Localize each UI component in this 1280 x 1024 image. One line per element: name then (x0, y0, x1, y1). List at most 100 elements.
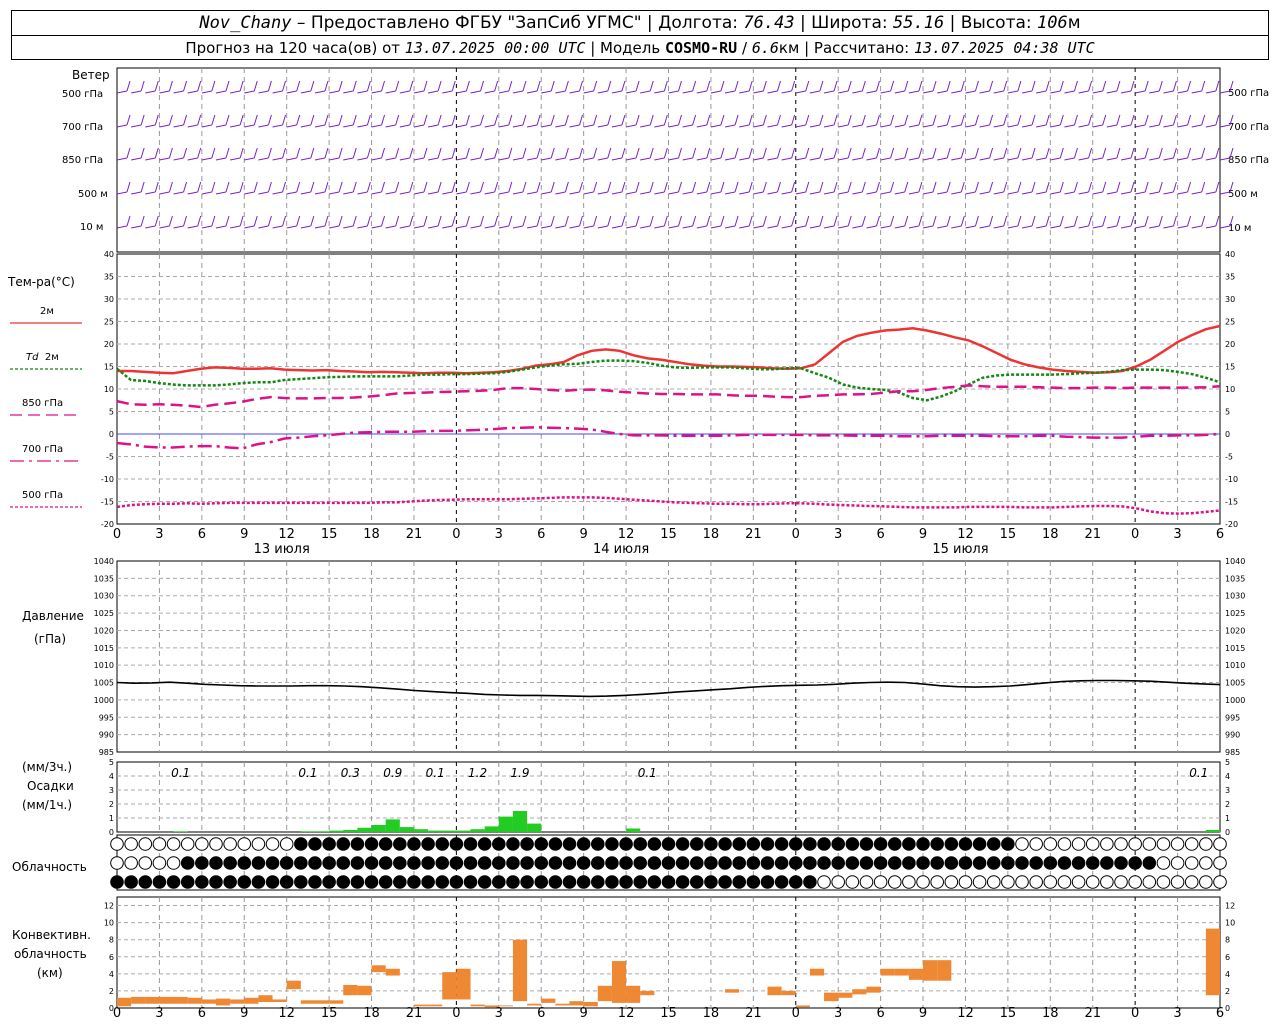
precip-3h-label: 0.1 (426, 766, 445, 780)
wind-barb (244, 124, 255, 128)
wind-barb (230, 124, 241, 128)
wind-barb (724, 157, 736, 161)
x-tick-temp: 6 (198, 527, 206, 542)
wind-barb (668, 90, 679, 94)
cloud-symbol (859, 856, 874, 870)
wind-barb-flag (1045, 114, 1050, 126)
wind-barb (428, 124, 439, 128)
wind-barb (753, 90, 764, 94)
pres-ytick-right: 1005 (1225, 679, 1245, 688)
wind-barb-flag (1144, 181, 1149, 193)
wind-barb (583, 124, 594, 128)
cloud-symbol (1199, 856, 1213, 870)
cloud-symbol (647, 856, 662, 870)
wind-barb-flag (1031, 114, 1036, 126)
wind-barb (428, 90, 439, 94)
pres-ytick-left: 1015 (94, 644, 114, 653)
wind-barb-flag (635, 80, 640, 92)
wind-barb-flag (239, 215, 244, 227)
wind-barb-flag (352, 215, 357, 227)
wind-barb (611, 157, 623, 161)
pres-ytick-left: 1030 (94, 592, 114, 601)
wind-barb-flag (805, 80, 810, 92)
wind-barb-flag (282, 181, 287, 193)
wind-barb-flag (875, 114, 880, 126)
cloud-symbol (831, 856, 845, 870)
conv-bar (852, 989, 867, 995)
wind-barb (965, 157, 976, 161)
pres-ytick-left: 1010 (94, 661, 114, 670)
wind-barb (866, 225, 877, 229)
cloud-symbol (1071, 837, 1086, 851)
wind-barb-flag (140, 181, 145, 193)
wind-barb-flag (154, 80, 159, 92)
x-tick-temp: 15 (660, 527, 677, 542)
conv-bar (1205, 928, 1220, 996)
wind-barb (131, 124, 142, 128)
wind-barb (767, 90, 778, 94)
precip-bar (385, 819, 400, 832)
wind-barb (512, 90, 524, 94)
precip-bar (413, 829, 429, 832)
wind-barb (937, 157, 948, 161)
wind-barb-flag (847, 80, 852, 92)
wind-barb-flag (409, 181, 414, 193)
wind-barb (498, 124, 509, 128)
wind-barb-flag (1059, 114, 1064, 126)
wind-barb (640, 124, 651, 128)
wind-barb (555, 124, 566, 128)
x-tick-conv: 18 (363, 1006, 380, 1021)
wind-barb-flag (536, 147, 541, 159)
wind-barb (625, 191, 637, 195)
wind-barb-flag (734, 114, 739, 126)
wind-barb (215, 191, 227, 195)
cloud-symbol (534, 856, 549, 870)
wind-barb (937, 90, 948, 94)
cloud-symbol (364, 837, 379, 851)
wind-barb-flag (140, 114, 145, 126)
wind-barb (413, 90, 425, 94)
cloud-symbol (633, 837, 648, 851)
wind-barb-flag (819, 147, 824, 159)
precip-bar (1205, 829, 1220, 832)
wind-barb (498, 225, 509, 229)
wind-barb (399, 90, 410, 94)
wind-barb (1064, 124, 1075, 128)
wind-barb-flag (465, 181, 470, 193)
wind-barb (215, 90, 227, 94)
cloud-symbol (1057, 856, 1072, 870)
temp-title: Тем-ра(°C) (8, 275, 75, 289)
wind-barb (951, 191, 962, 195)
wind-barb-flag (140, 80, 145, 92)
pres-ytick-right: 995 (1225, 713, 1240, 722)
wind-barb (413, 157, 425, 161)
wind-barb (385, 225, 396, 229)
cloud-symbol (1114, 837, 1128, 851)
wind-barb (371, 90, 382, 94)
x-tick-temp: 0 (113, 527, 121, 542)
wind-barb-flag (1017, 114, 1022, 126)
wind-barb-flag (678, 147, 682, 159)
wind-barb-flag (946, 114, 951, 126)
wind-barb-flag (890, 114, 895, 126)
cloud-symbol (421, 875, 435, 889)
cloud-symbol (492, 856, 506, 870)
cloud-symbol (661, 856, 676, 870)
wind-barb-flag (1172, 181, 1177, 193)
wind-barb-flag (282, 80, 287, 92)
prec-ytick-left: 4 (109, 772, 114, 781)
wind-barb (993, 225, 1004, 229)
cloud-symbol (350, 837, 365, 851)
wind-barb (145, 124, 156, 128)
wind-barb (357, 90, 368, 94)
cloud-symbol (675, 837, 690, 851)
cloud-symbol (1213, 837, 1227, 851)
cloud-symbol (986, 875, 1001, 889)
wind-barb (357, 191, 368, 195)
cloud-symbol (873, 856, 888, 870)
cloud-symbol (958, 837, 973, 851)
wind-barb (1078, 90, 1089, 94)
wind-barb (399, 124, 410, 128)
wind-barb-flag (989, 147, 994, 159)
conv-bar (640, 990, 655, 996)
